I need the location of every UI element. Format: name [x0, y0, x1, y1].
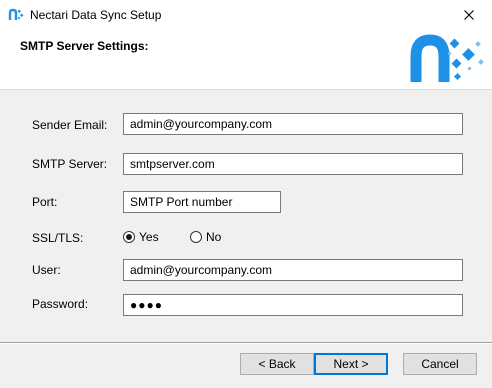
- port-label: Port:: [32, 195, 58, 209]
- wizard-header: SMTP Server Settings:: [0, 30, 492, 90]
- smtp-server-input[interactable]: [123, 153, 463, 175]
- window-title: Nectari Data Sync Setup: [30, 8, 162, 22]
- footer-divider: [0, 342, 492, 344]
- ssl-yes-radio[interactable]: Yes: [123, 230, 159, 244]
- page-title: SMTP Server Settings:: [20, 39, 149, 53]
- back-button[interactable]: < Back: [240, 353, 314, 375]
- ssl-yes-label: Yes: [139, 230, 159, 244]
- radio-unselected-indicator: [190, 231, 202, 243]
- password-input[interactable]: [123, 294, 463, 316]
- sender-email-input[interactable]: [123, 113, 463, 135]
- cancel-button[interactable]: Cancel: [403, 353, 477, 375]
- ssl-tls-label: SSL/TLS:: [32, 231, 84, 245]
- close-icon: [464, 10, 474, 20]
- title-bar: Nectari Data Sync Setup: [0, 0, 492, 30]
- ssl-no-radio[interactable]: No: [190, 230, 221, 244]
- smtp-server-label: SMTP Server:: [32, 157, 108, 171]
- sender-email-label: Sender Email:: [32, 118, 108, 132]
- nectari-app-icon: [8, 8, 24, 20]
- setup-window: Nectari Data Sync Setup SMTP Server Sett…: [0, 0, 492, 388]
- user-label: User:: [32, 263, 61, 277]
- password-label: Password:: [32, 297, 89, 311]
- port-input[interactable]: [123, 191, 281, 213]
- close-button[interactable]: [446, 0, 492, 30]
- user-input[interactable]: [123, 259, 463, 281]
- ssl-no-label: No: [206, 230, 222, 244]
- next-button[interactable]: Next >: [314, 353, 388, 375]
- radio-selected-indicator: [123, 231, 135, 243]
- nectari-logo-icon: [410, 34, 484, 82]
